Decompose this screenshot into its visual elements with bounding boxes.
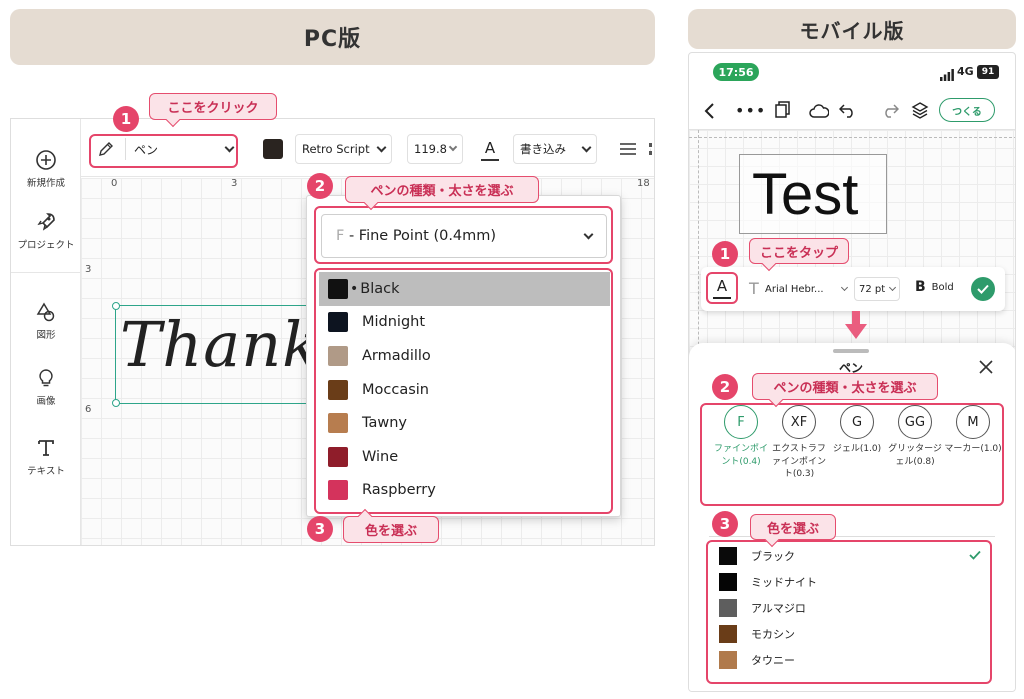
mobile-canvas-text: Test	[752, 162, 859, 227]
highlight-pen-dropdown	[89, 134, 238, 168]
text-t-icon	[35, 435, 57, 461]
chevron-down-icon	[840, 283, 849, 291]
callout-text: 色を選ぶ	[364, 524, 417, 539]
sidebar-item-label: プロジェクト	[17, 240, 75, 251]
chevron-down-icon	[448, 142, 458, 152]
cloud-icon[interactable]	[809, 103, 830, 122]
sidebar-item-shapes[interactable]: 図形	[11, 299, 81, 341]
more-icon[interactable]: •••	[735, 103, 766, 119]
resize-handle[interactable]	[112, 302, 120, 310]
chevron-down-icon	[581, 142, 592, 152]
pc-header-title: PC版	[303, 27, 362, 52]
callout-text: ここをクリック	[167, 101, 259, 116]
callout-text: ペンの種類・太さを選ぶ	[773, 381, 917, 396]
text-color-icon[interactable]: A	[481, 139, 499, 161]
sidebar-item-label: 画像	[36, 396, 56, 407]
ruler-tick: 0	[111, 178, 118, 189]
make-button-label: つくる	[952, 106, 982, 118]
highlight-pen-types	[700, 403, 1004, 506]
status-time-pill: 17:56	[713, 63, 759, 81]
mobile-header: モバイル版	[688, 9, 1016, 49]
ruler-tick: 3	[85, 264, 92, 275]
back-icon[interactable]	[703, 103, 717, 119]
mode-dropdown-label: 書き込み	[520, 142, 566, 156]
sidebar-item-text[interactable]: テキスト	[11, 435, 81, 477]
chevron-down-icon	[376, 142, 387, 152]
mode-dropdown[interactable]: 書き込み	[513, 134, 597, 164]
sidebar-item-label: 新規作成	[26, 178, 65, 189]
chevron-down-icon	[888, 283, 897, 291]
mobile-font-label: Arial Hebr...	[765, 283, 824, 295]
more-icon[interactable]	[649, 143, 653, 155]
lightbulb-icon	[35, 365, 57, 391]
step-1-badge: 1	[113, 106, 139, 132]
callout-step-1: ここをクリック	[149, 93, 277, 128]
mobile-size-dropdown[interactable]: 72 pt	[854, 277, 900, 301]
pc-header: PC版	[10, 9, 655, 65]
rocket-icon	[35, 209, 57, 235]
layers-icon[interactable]	[911, 101, 929, 123]
mobile-text-box[interactable]: Test	[739, 154, 887, 234]
mobile-header-title: モバイル版	[799, 18, 905, 43]
step-3-badge: 3	[307, 516, 333, 542]
font-type-icon: T	[749, 279, 759, 298]
bold-label: Bold	[931, 281, 954, 293]
redo-icon[interactable]	[881, 102, 900, 122]
mobile-size-label: 72 pt	[859, 283, 886, 295]
sidebar-item-projects[interactable]: プロジェクト	[11, 209, 81, 251]
ruler-tick: 18	[637, 178, 650, 189]
highlight-color-list	[314, 268, 613, 514]
callout-step-3: 色を選ぶ	[343, 508, 439, 543]
step-3-badge: 3	[712, 511, 738, 537]
text-selection-box[interactable]: ThankS	[112, 302, 363, 407]
bold-toggle[interactable]: B Bold	[915, 279, 954, 295]
sidebar-item-label: テキスト	[27, 466, 65, 477]
step-2-badge: 2	[712, 374, 738, 400]
callout-text: ペンの種類・太さを選ぶ	[370, 184, 514, 199]
sidebar-divider	[11, 272, 81, 273]
sidebar-item-images[interactable]: 画像	[11, 365, 81, 407]
mobile-text-toolbar: A T Arial Hebr... 72 pt B Bold	[701, 267, 1005, 311]
align-icon[interactable]	[619, 141, 637, 155]
callout-text: ここをタップ	[759, 245, 838, 261]
network-label: 4G	[957, 65, 974, 78]
step-1-badge: 1	[712, 241, 738, 267]
ruler-top	[689, 130, 1015, 138]
size-input[interactable]: 119.8	[407, 134, 463, 164]
ruler-tick: 6	[85, 404, 92, 415]
highlight-text-color-button	[706, 272, 738, 304]
confirm-check-button[interactable]	[971, 277, 995, 301]
callout-step-2: ペンの種類・太さを選ぶ	[345, 176, 539, 211]
callout-step-3: 色を選ぶ	[750, 514, 836, 548]
highlight-mobile-color-list	[706, 540, 992, 684]
callout-step-1: ここをタップ	[749, 238, 849, 272]
bold-icon: B	[915, 279, 926, 295]
status-time: 17:56	[718, 65, 754, 79]
plus-circle-icon	[35, 147, 57, 173]
mobile-font-dropdown[interactable]: Arial Hebr...	[765, 277, 849, 301]
undo-icon[interactable]	[838, 102, 857, 122]
battery-indicator: 91	[977, 65, 999, 79]
color-swatch-button[interactable]	[263, 139, 283, 159]
step-2-badge: 2	[307, 173, 333, 199]
copy-icon[interactable]	[775, 101, 791, 123]
make-button[interactable]: つくる	[939, 98, 995, 122]
down-arrow-icon	[843, 311, 869, 345]
shapes-icon	[35, 299, 57, 325]
sidebar-item-label: 図形	[36, 330, 56, 341]
font-dropdown[interactable]: Retro Script	[295, 134, 392, 164]
pc-sidebar: 新規作成 プロジェクト 図形 画像 テキスト	[11, 119, 81, 545]
resize-handle[interactable]	[112, 399, 120, 407]
check-icon	[977, 284, 989, 294]
signal-icon	[940, 66, 954, 81]
callout-text: 色を選ぶ	[766, 521, 819, 537]
size-value: 119.8	[414, 142, 447, 156]
callout-step-2: ペンの種類・太さを選ぶ	[752, 373, 938, 408]
highlight-pen-type	[314, 206, 613, 264]
font-dropdown-label: Retro Script	[302, 142, 370, 156]
ruler-tick: 3	[231, 178, 238, 189]
sidebar-item-new[interactable]: 新規作成	[11, 147, 81, 189]
